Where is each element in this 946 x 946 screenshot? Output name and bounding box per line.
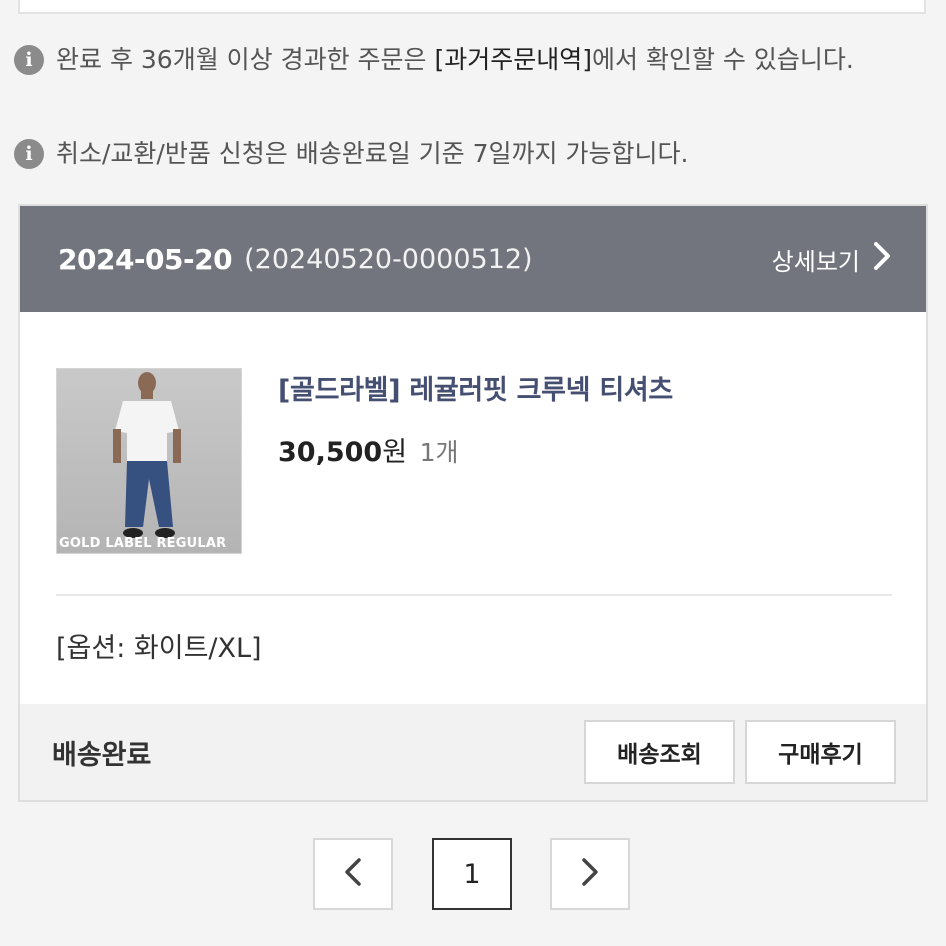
footer-buttons: 배송조회 구매후기 (584, 720, 896, 784)
quantity: 1개 (419, 438, 459, 467)
option-text: [옵션: 화이트/XL] (56, 633, 262, 664)
detail-view-label: 상세보기 (771, 247, 860, 276)
chevron-right-icon (581, 857, 599, 891)
past-orders-link[interactable]: [과거주문내역] (435, 45, 593, 74)
notice-text: 취소/교환/반품 신청은 배송완료일 기준 7일까지 가능합니다. (56, 139, 689, 168)
prev-page-button[interactable] (313, 838, 393, 910)
order-header: 2024-05-20 (20240520-0000512) 상세보기 (20, 206, 926, 312)
track-delivery-button[interactable]: 배송조회 (584, 720, 735, 784)
order-date: 2024-05-20 (58, 242, 233, 276)
notice-return-policy: i 취소/교환/반품 신청은 배송완료일 기준 7일까지 가능합니다. (14, 132, 924, 176)
divider (56, 594, 892, 596)
notice-past-orders: i 완료 후 36개월 이상 경과한 주문은 [과거주문내역]에서 확인할 수 … (14, 38, 924, 82)
model-figure (113, 372, 181, 538)
order-footer: 배송완료 배송조회 구매후기 (20, 704, 926, 800)
delivery-status: 배송완료 (52, 739, 152, 771)
product-image[interactable]: GOLD LABEL REGULAR (56, 368, 242, 554)
order-number: (20240520-0000512) (244, 243, 533, 275)
notice-text: 완료 후 36개월 이상 경과한 주문은 [과거주문내역]에서 확인할 수 있습… (56, 45, 854, 74)
pagination: 1 (0, 838, 946, 912)
previous-card-bottom (18, 0, 926, 14)
order-card: 2024-05-20 (20240520-0000512) 상세보기 GOLD … (18, 204, 928, 802)
info-icon: i (14, 45, 44, 75)
price-unit: 원 (382, 437, 408, 468)
chevron-right-icon (872, 240, 892, 278)
detail-view-link[interactable]: 상세보기 (772, 240, 892, 278)
product-row: GOLD LABEL REGULAR [골드라벨] 레귤러핏 크루넥 티셔츠 3… (20, 312, 926, 594)
product-name[interactable]: [골드라벨] 레귤러핏 크루넥 티셔츠 (278, 368, 673, 407)
write-review-button[interactable]: 구매후기 (745, 720, 896, 784)
info-icon: i (14, 139, 44, 169)
product-image-caption: GOLD LABEL REGULAR (59, 536, 227, 551)
chevron-left-icon (344, 857, 362, 891)
page-1-button[interactable]: 1 (432, 838, 512, 910)
product-price: 30,500원 1개 (278, 430, 459, 469)
next-page-button[interactable] (550, 838, 630, 910)
price-value: 30,500 (278, 437, 383, 468)
